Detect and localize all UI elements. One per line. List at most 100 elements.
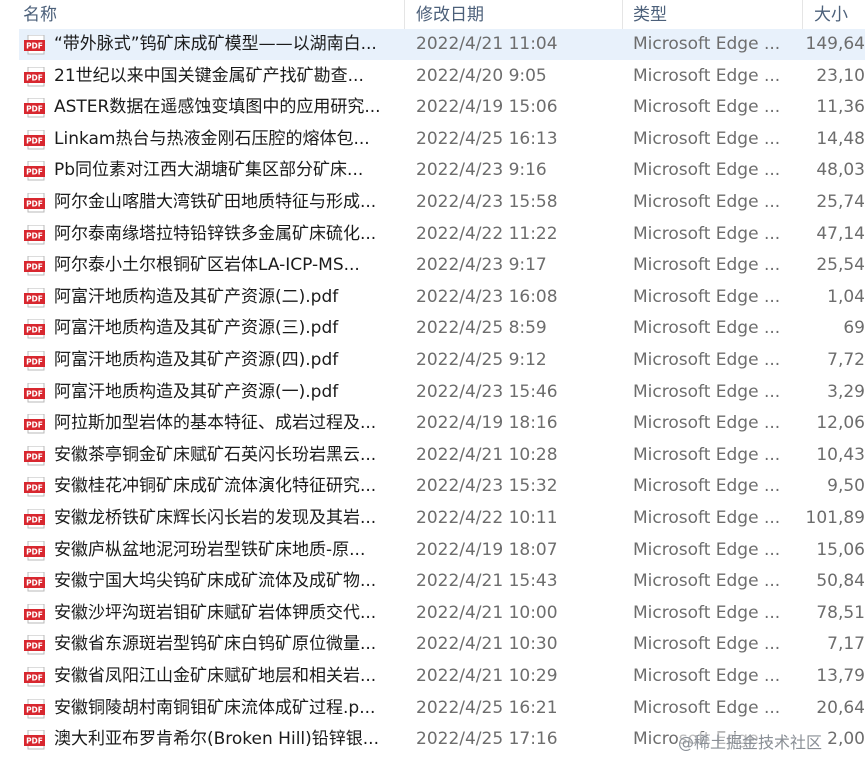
file-modified-date: 2022/4/23 15:46 [416,381,558,402]
file-name: 阿尔泰小土尔根铜矿区岩体LA-ICP-MS... [54,255,360,276]
file-row[interactable]: PDF 阿尔金山喀腊大湾铁矿田地质特征与形成... 2022/4/23 15:58 M… [19,187,865,218]
file-row[interactable]: PDF 阿富汗地质构造及其矿产资源(一).pdf 2022/4/23 15:46 Mi… [19,377,865,408]
file-type: Microsoft Edge ... [633,65,781,86]
pdf-file-icon: PDF [24,160,47,181]
svg-text:PDF: PDF [26,705,43,714]
file-size: 78,51 [816,602,865,623]
svg-text:PDF: PDF [26,610,43,619]
file-row[interactable]: PDF 安徽沙坪沟斑岩钼矿床赋矿岩体钾质交代... 2022/4/21 10:00 M… [19,598,865,629]
pdf-file-icon: PDF [24,476,47,497]
file-row[interactable]: PDF Linkam热台与热液金刚石压腔的熔体包... 2022/4/25 16:1… [19,124,865,155]
file-row[interactable]: PDF 安徽龙桥铁矿床辉长闪长岩的发现及其岩... 2022/4/22 10:11 M… [19,503,865,534]
svg-text:PDF: PDF [26,484,43,493]
file-type: Microsoft Edge ... [633,318,781,339]
pdf-file-icon: PDF [24,192,47,213]
file-row[interactable]: PDF 安徽茶亭铜金矿床赋矿石英闪长玢岩黑云... 2022/4/21 10:28 M… [19,440,865,471]
file-row[interactable]: PDF “带外脉式”钨矿床成矿模型——以湖南白... 2022/4/21 11:04… [19,29,865,60]
file-type: Microsoft Edge ... [633,508,781,528]
file-row[interactable]: PDF 安徽铜陵胡村南铜钼矿床流体成矿过程.p... 2022/4/25 16:21… [19,693,865,724]
file-name: 安徽宁国大坞尖钨矿床成矿流体及成矿物... [54,571,377,592]
file-modified-date: 2022/4/23 9:17 [416,255,547,276]
file-name: 阿富汗地质构造及其矿产资源(四).pdf [54,350,339,370]
file-row[interactable]: PDF 安徽省东源斑岩型钨矿床白钨矿原位微量... 2022/4/21 10:30 M… [19,629,865,660]
file-name: ASTER数据在遥感蚀变填图中的应用研究... [54,97,381,118]
file-row[interactable]: PDF 阿尔泰南缘塔拉特铅锌铁多金属矿床硫化... 2022/4/22 11:22 M… [19,219,865,250]
file-type: Microsoft Edge ... [633,476,781,497]
file-row[interactable]: PDF 阿富汗地质构造及其矿产资源(二).pdf 2022/4/23 16:08 Mi… [19,282,865,313]
file-size: 12,06 [816,413,865,434]
file-modified-date: 2022/4/23 16:08 [416,286,558,307]
file-type: Microsoft Edge ... [633,697,781,718]
file-name: 阿尔金山喀腊大湾铁矿田地质特征与形成... [54,192,377,212]
file-size: 69 [843,318,865,339]
pdf-file-icon: PDF [24,66,47,87]
svg-text:PDF: PDF [26,200,43,209]
svg-text:PDF: PDF [26,421,43,430]
pdf-file-icon: PDF [24,129,47,150]
file-size: 13,79 [816,666,865,686]
file-row[interactable]: PDF 安徽宁国大坞尖钨矿床成矿流体及成矿物... 2022/4/21 15:43 M… [19,566,865,597]
file-size: 20,64 [816,697,865,718]
file-type: Microsoft Edge ... [633,602,781,623]
file-name: Pb同位素对江西大湖塘矿集区部分矿床... [54,160,364,181]
file-row[interactable]: PDF 安徽省凤阳江山金矿床赋矿地层和相关岩... 2022/4/21 10:29 M… [19,661,865,692]
file-name: 安徽省东源斑岩型钨矿床白钨矿原位微量... [54,634,377,655]
file-size: 47,14 [816,223,865,244]
file-name: 安徽沙坪沟斑岩钼矿床赋矿岩体钾质交代... [54,602,377,623]
pdf-file-icon: PDF [24,571,47,592]
file-type: Microsoft Edge ... [633,160,781,181]
file-modified-date: 2022/4/21 10:28 [416,444,558,465]
file-type: Microsoft Edge ... [633,381,781,402]
file-type: Microsoft Edge ... [633,539,781,560]
file-row[interactable]: PDF Pb同位素对江西大湖塘矿集区部分矿床... 2022/4/23 9:16 Mi… [19,155,865,186]
file-row[interactable]: PDF 阿富汗地质构造及其矿产资源(三).pdf 2022/4/25 8:59 Mic… [19,313,865,344]
file-size: 11,36 [816,97,865,118]
file-row[interactable]: PDF 阿拉斯加型岩体的基本特征、成岩过程及... 2022/4/19 18:16 M… [19,408,865,439]
svg-text:PDF: PDF [26,294,43,303]
file-type: Microsoft Edge ... [633,34,781,54]
file-row[interactable]: PDF 阿富汗地质构造及其矿产资源(四).pdf 2022/4/25 9:12 Mic… [19,345,865,376]
file-modified-date: 2022/4/23 9:16 [416,160,547,181]
file-name: 阿尔泰南缘塔拉特铅锌铁多金属矿床硫化... [54,223,377,244]
file-row[interactable]: PDF ASTER数据在遥感蚀变填图中的应用研究... 2022/4/19 15:0… [19,92,865,123]
file-type: Microsoft Edge ... [633,413,781,434]
file-name: 安徽省凤阳江山金矿床赋矿地层和相关岩... [54,666,377,686]
file-modified-date: 2022/4/19 18:16 [416,413,558,434]
file-size: 10,43 [816,444,865,465]
pdf-file-icon: PDF [24,698,47,719]
file-modified-date: 2022/4/20 9:05 [416,65,547,86]
file-row[interactable]: PDF 21世纪以来中国关键金属矿产找矿勘查... 2022/4/20 9:05 Mi… [19,61,865,92]
file-modified-date: 2022/4/19 15:06 [416,97,558,118]
svg-text:PDF: PDF [26,516,43,525]
svg-text:PDF: PDF [26,326,43,335]
pdf-file-icon: PDF [24,350,47,371]
file-size: 50,84 [816,571,865,592]
file-size: 25,74 [816,192,865,212]
file-modified-date: 2022/4/22 11:22 [416,223,558,244]
pdf-file-icon: PDF [24,224,47,245]
file-size: 1,04 [827,286,865,307]
svg-text:PDF: PDF [26,73,43,82]
file-size: 3,29 [827,381,865,402]
file-name: Linkam热台与热液金刚石压腔的熔体包... [54,128,370,149]
file-modified-date: 2022/4/25 17:16 [416,729,558,750]
file-size: 149,64 [805,34,865,54]
pdf-file-icon: PDF [24,729,47,750]
svg-text:PDF: PDF [26,231,43,240]
file-row[interactable]: PDF 安徽庐枞盆地泥河玢岩型铁矿床地质-原... 2022/4/19 18:07 M… [19,535,865,566]
file-size: 7,17 [827,634,865,655]
file-name: 阿富汗地质构造及其矿产资源(三).pdf [54,318,339,339]
file-modified-date: 2022/4/21 15:43 [416,571,558,592]
svg-text:PDF: PDF [26,547,43,556]
svg-text:PDF: PDF [26,136,43,145]
file-name: 阿富汗地质构造及其矿产资源(二).pdf [54,286,339,307]
file-row[interactable]: PDF 安徽桂花冲铜矿床成矿流体演化特征研究... 2022/4/23 15:32 M… [19,471,865,502]
file-modified-date: 2022/4/23 15:58 [416,192,558,212]
file-type: Microsoft Edge ... [633,255,781,276]
file-type: Microsoft Edge ... [633,444,781,465]
file-size: 7,72 [827,350,865,370]
file-size: 48,03 [816,160,865,181]
file-type: Microsoft Edge ... [633,223,781,244]
file-row[interactable]: PDF 阿尔泰小土尔根铜矿区岩体LA-ICP-MS... 2022/4/23 9:1… [19,250,865,281]
file-size: 25,54 [816,255,865,276]
